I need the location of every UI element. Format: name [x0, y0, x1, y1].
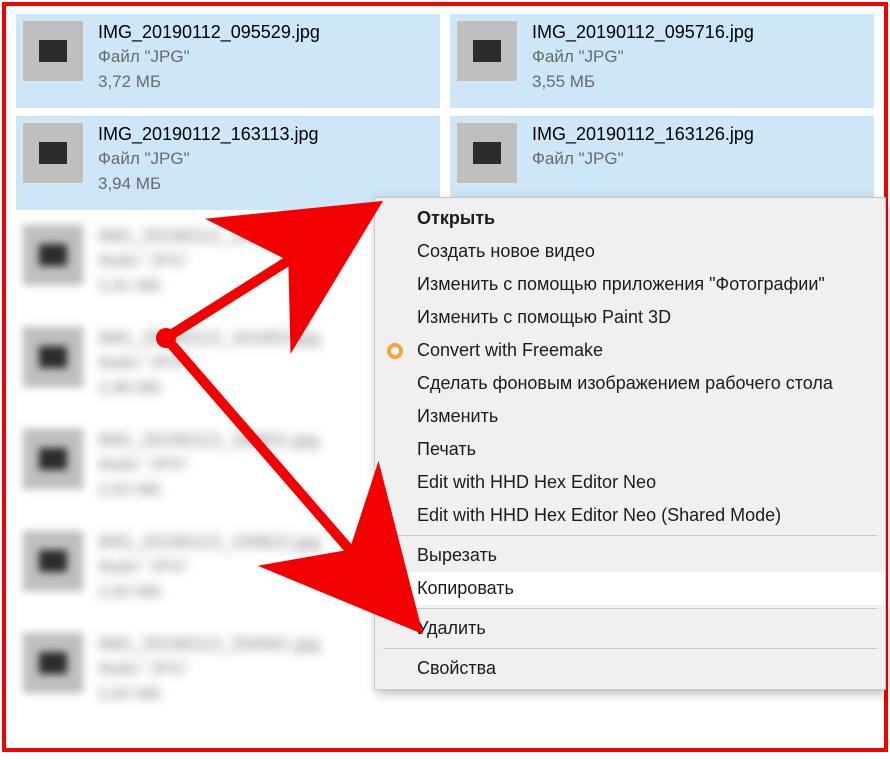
file-size: 2,91 МБ [98, 275, 320, 298]
file-item[interactable]: IMG_20190112_095716.jpg Файл "JPG" 3,55 … [450, 14, 874, 108]
file-type: Файл "JPG" [98, 556, 320, 579]
menu-label: Изменить [417, 406, 498, 427]
file-meta: IMG_20190113_193622.jpg Файл "JPG" 2,83 … [98, 530, 320, 604]
menu-label: Свойства [417, 658, 496, 679]
freemake-icon [385, 341, 405, 361]
file-type: Файл "JPG" [98, 46, 320, 69]
menu-label: Convert with Freemake [417, 340, 603, 361]
file-meta: IMG_20190112_163113.jpg Файл "JPG" 3,94 … [98, 122, 319, 196]
context-menu-item-delete[interactable]: Удалить [375, 612, 885, 645]
menu-label: Удалить [417, 618, 486, 639]
context-menu-item-hex-editor-shared[interactable]: Edit with HHD Hex Editor Neo (Shared Mod… [375, 499, 885, 532]
file-size: 3,55 МБ [532, 71, 754, 94]
file-type: Файл "JPG" [532, 46, 754, 69]
file-thumbnail [22, 224, 84, 286]
file-thumbnail [456, 20, 518, 82]
menu-label: Печать [417, 439, 476, 460]
context-menu-item-open[interactable]: Открыть [375, 202, 885, 235]
menu-label: Создать новое видео [417, 241, 595, 262]
menu-label: Открыть [417, 208, 495, 229]
context-menu-item-paint3d[interactable]: Изменить с помощью Paint 3D [375, 301, 885, 334]
context-menu-item-new-video[interactable]: Создать новое видео [375, 235, 885, 268]
file-item[interactable]: IMG_20190112_163126.jpg Файл "JPG" [450, 116, 874, 210]
context-menu-separator [383, 608, 877, 609]
file-type: Файл "JPG" [98, 352, 320, 375]
file-name: IMG_20190112_163126.jpg [532, 122, 754, 146]
context-menu-item-print[interactable]: Печать [375, 433, 885, 466]
file-thumbnail [22, 530, 84, 592]
file-item[interactable]: IMG_20190112_095529.jpg Файл "JPG" 3,72 … [16, 14, 440, 108]
file-thumbnail [22, 326, 84, 388]
file-name: IMG_20190112_163250.jpg [98, 224, 320, 248]
file-size: 3,94 МБ [98, 173, 319, 196]
context-menu-separator [383, 535, 877, 536]
context-menu-item-copy[interactable]: Копировать [375, 572, 885, 605]
menu-label: Изменить с помощью приложения "Фотографи… [417, 274, 825, 295]
context-menu-item-hex-editor[interactable]: Edit with HHD Hex Editor Neo [375, 466, 885, 499]
menu-label: Копировать [417, 578, 514, 599]
menu-label: Edit with HHD Hex Editor Neo [417, 472, 656, 493]
file-thumbnail [22, 632, 84, 694]
file-meta: IMG_20190112_095529.jpg Файл "JPG" 3,72 … [98, 20, 320, 94]
file-meta: IMG_20190112_163126.jpg Файл "JPG" [532, 122, 754, 173]
file-name: IMG_20190113_180911.jpg [98, 428, 319, 452]
file-name: IMG_20190113_204941.jpg [98, 632, 320, 656]
context-menu-separator [383, 648, 877, 649]
context-menu-item-edit[interactable]: Изменить [375, 400, 885, 433]
file-name: IMG_20190113_161653.jpg [98, 326, 320, 350]
file-name: IMG_20190113_193622.jpg [98, 530, 320, 554]
context-menu-item-freemake[interactable]: Convert with Freemake [375, 334, 885, 367]
menu-label: Вырезать [417, 545, 497, 566]
file-size: 2,84 МБ [98, 683, 320, 706]
file-thumbnail [456, 122, 518, 184]
screenshot-frame: IMG_20190112_095529.jpg Файл "JPG" 3,72 … [2, 2, 888, 752]
file-item[interactable]: IMG_20190112_163113.jpg Файл "JPG" 3,94 … [16, 116, 440, 210]
context-menu-item-cut[interactable]: Вырезать [375, 539, 885, 572]
context-menu-item-set-wallpaper[interactable]: Сделать фоновым изображением рабочего ст… [375, 367, 885, 400]
file-type: Файл "JPG" [98, 454, 319, 477]
file-name: IMG_20190112_095529.jpg [98, 20, 320, 44]
menu-label: Сделать фоновым изображением рабочего ст… [417, 373, 833, 394]
file-type: Файл "JPG" [98, 148, 319, 171]
context-menu-item-edit-photos[interactable]: Изменить с помощью приложения "Фотографи… [375, 268, 885, 301]
file-type: Файл "JPG" [98, 658, 320, 681]
file-size: 2,83 МБ [98, 581, 320, 604]
file-name: IMG_20190112_163113.jpg [98, 122, 319, 146]
context-menu: Открыть Создать новое видео Изменить с п… [374, 197, 886, 690]
context-menu-item-properties[interactable]: Свойства [375, 652, 885, 685]
file-size: 2,98 МБ [98, 377, 320, 400]
file-type: Файл "JPG" [532, 148, 754, 171]
file-meta: IMG_20190113_180911.jpg Файл "JPG" 2,83 … [98, 428, 319, 502]
file-meta: IMG_20190112_163250.jpg Файл "JPG" 2,91 … [98, 224, 320, 298]
file-meta: IMG_20190113_204941.jpg Файл "JPG" 2,84 … [98, 632, 320, 706]
file-name: IMG_20190112_095716.jpg [532, 20, 754, 44]
file-size: 3,72 МБ [98, 71, 320, 94]
file-size: 2,83 МБ [98, 479, 319, 502]
file-type: Файл "JPG" [98, 250, 320, 273]
menu-label: Изменить с помощью Paint 3D [417, 307, 671, 328]
file-thumbnail [22, 20, 84, 82]
file-thumbnail [22, 428, 84, 490]
file-meta: IMG_20190112_095716.jpg Файл "JPG" 3,55 … [532, 20, 754, 94]
menu-label: Edit with HHD Hex Editor Neo (Shared Mod… [417, 505, 781, 526]
file-thumbnail [22, 122, 84, 184]
file-meta: IMG_20190113_161653.jpg Файл "JPG" 2,98 … [98, 326, 320, 400]
